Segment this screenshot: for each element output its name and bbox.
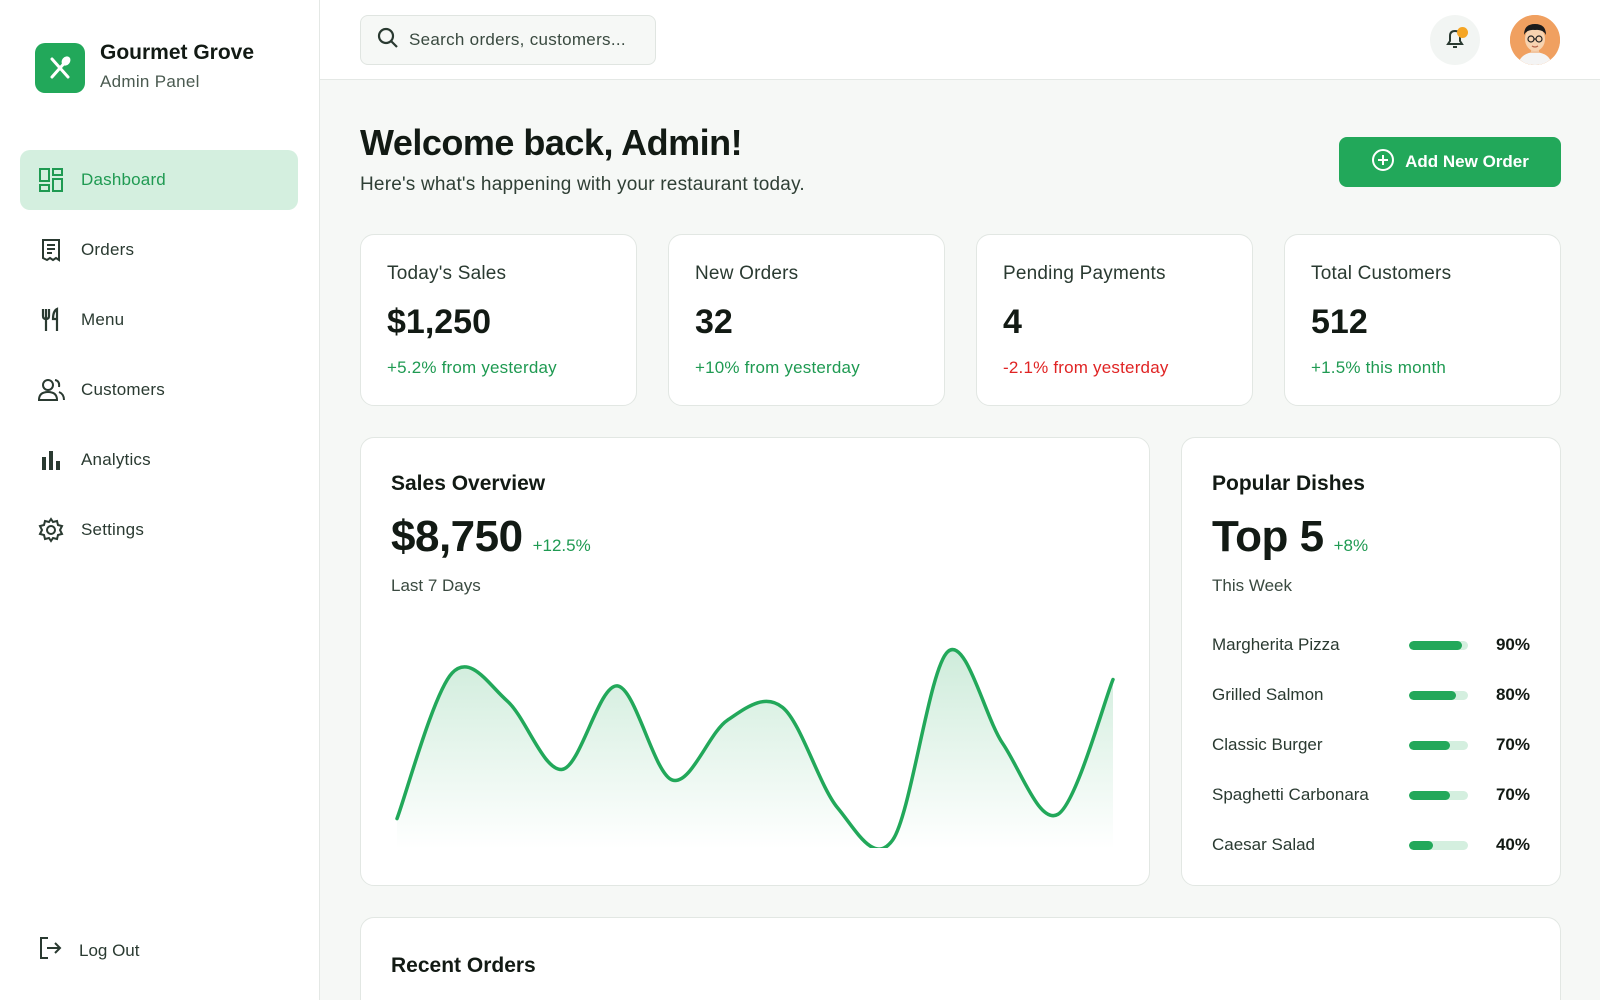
- dish-list: Margherita Pizza 90% Grilled Salmon 80% …: [1212, 620, 1530, 870]
- sales-area-chart: [395, 647, 1115, 848]
- stat-label: Total Customers: [1311, 263, 1452, 284]
- notification-dot: [1457, 27, 1468, 38]
- logout-button[interactable]: Log Out: [37, 935, 140, 966]
- dish-progress-fill: [1408, 690, 1457, 700]
- stat-value: 32: [695, 303, 733, 341]
- brand-subtitle: Admin Panel: [100, 72, 200, 91]
- dish-progress-bar: [1408, 640, 1469, 650]
- search-icon: [377, 27, 399, 54]
- sidebar-item-label: Menu: [81, 310, 125, 329]
- page-title: Welcome back, Admin!: [360, 122, 743, 163]
- dish-progress-bar: [1408, 690, 1469, 700]
- logout-icon: [37, 935, 63, 966]
- brand[interactable]: Gourmet Grove Admin Panel: [35, 40, 254, 95]
- avatar[interactable]: [1510, 15, 1560, 65]
- stat-card-todays-sales: Today's Sales $1,250 +5.2% from yesterda…: [360, 234, 637, 406]
- stat-value: 512: [1311, 303, 1368, 341]
- sidebar-item-analytics[interactable]: Analytics: [20, 430, 298, 490]
- recent-orders-title: Recent Orders: [391, 954, 536, 977]
- dish-progress-fill: [1408, 640, 1463, 650]
- dish-name: Spaghetti Carbonara: [1212, 785, 1369, 804]
- dishes-headline: Top 5: [1212, 512, 1324, 561]
- search-input[interactable]: [409, 30, 641, 50]
- sidebar-item-customers[interactable]: Customers: [20, 360, 298, 420]
- popular-dishes-card: Popular Dishes Top 5 +8% This Week Margh…: [1181, 437, 1561, 886]
- page-subtitle: Here's what's happening with your restau…: [360, 174, 805, 195]
- stat-label: Today's Sales: [387, 263, 507, 284]
- sidebar-item-label: Customers: [81, 380, 165, 399]
- gear-icon: [37, 516, 65, 544]
- bar-chart-icon: [37, 446, 65, 474]
- stat-delta: +1.5% this month: [1311, 358, 1447, 377]
- stat-delta: -2.1% from yesterday: [1003, 358, 1169, 377]
- dishes-delta: +8%: [1333, 536, 1369, 555]
- dish-name: Grilled Salmon: [1212, 685, 1324, 704]
- dish-name: Margherita Pizza: [1212, 635, 1340, 654]
- sidebar: Gourmet Grove Admin Panel Dashboard Orde…: [0, 0, 320, 1000]
- dish-percent: 40%: [1495, 835, 1530, 854]
- dish-progress-bar: [1408, 790, 1469, 800]
- popular-dishes-title: Popular Dishes: [1212, 472, 1365, 495]
- dish-percent: 90%: [1495, 635, 1530, 654]
- stat-value: 4: [1003, 303, 1022, 341]
- list-item[interactable]: Spaghetti Carbonara 70%: [1212, 770, 1530, 820]
- dish-progress-bar: [1408, 840, 1469, 850]
- stat-label: New Orders: [695, 263, 799, 284]
- sidebar-item-label: Orders: [81, 240, 135, 259]
- sidebar-nav: Dashboard Orders Menu Customers Analytic…: [20, 150, 298, 570]
- stat-card-total-customers: Total Customers 512 +1.5% this month: [1284, 234, 1561, 406]
- sidebar-item-orders[interactable]: Orders: [20, 220, 298, 280]
- list-item[interactable]: Classic Burger 70%: [1212, 720, 1530, 770]
- sidebar-item-label: Analytics: [81, 450, 151, 469]
- dish-percent: 70%: [1495, 785, 1530, 804]
- dish-name: Classic Burger: [1212, 735, 1323, 754]
- stat-card-pending-payments: Pending Payments 4 -2.1% from yesterday: [976, 234, 1253, 406]
- receipt-icon: [37, 236, 65, 264]
- dish-progress-fill: [1408, 790, 1451, 800]
- sidebar-item-settings[interactable]: Settings: [20, 500, 298, 560]
- sidebar-item-dashboard[interactable]: Dashboard: [20, 150, 298, 210]
- stat-card-new-orders: New Orders 32 +10% from yesterday: [668, 234, 945, 406]
- topbar: [320, 0, 1600, 80]
- sidebar-item-label: Settings: [81, 520, 145, 539]
- sales-delta: +12.5%: [532, 536, 591, 555]
- dish-progress-bar: [1408, 740, 1469, 750]
- dashboard-icon: [37, 166, 65, 194]
- brand-name: Gourmet Grove: [100, 41, 255, 64]
- sidebar-item-menu[interactable]: Menu: [20, 290, 298, 350]
- welcome-section: Welcome back, Admin! Here's what's happe…: [360, 122, 805, 196]
- stat-value: $1,250: [387, 303, 491, 341]
- utensils-logo-icon: [35, 42, 85, 93]
- recent-orders-card: Recent Orders: [360, 917, 1561, 1000]
- add-new-order-button[interactable]: Add New Order: [1339, 137, 1561, 187]
- list-item[interactable]: Grilled Salmon 80%: [1212, 670, 1530, 720]
- users-icon: [37, 376, 65, 404]
- list-item[interactable]: Margherita Pizza 90%: [1212, 620, 1530, 670]
- sales-period: Last 7 Days: [391, 576, 481, 595]
- dish-percent: 70%: [1495, 735, 1530, 754]
- sales-overview-title: Sales Overview: [391, 472, 546, 495]
- stat-delta: +5.2% from yesterday: [387, 358, 557, 377]
- stat-delta: +10% from yesterday: [695, 358, 860, 377]
- stat-label: Pending Payments: [1003, 263, 1166, 284]
- notifications-button[interactable]: [1430, 15, 1480, 65]
- dishes-period: This Week: [1212, 576, 1292, 595]
- dish-percent: 80%: [1495, 685, 1530, 704]
- dish-progress-fill: [1408, 840, 1433, 850]
- sidebar-item-label: Dashboard: [81, 170, 166, 189]
- logout-label: Log Out: [79, 940, 140, 960]
- dish-name: Caesar Salad: [1212, 835, 1316, 854]
- search-box[interactable]: [360, 15, 656, 65]
- plus-circle-icon: [1371, 148, 1395, 177]
- sales-total: $8,750: [391, 512, 523, 561]
- utensils-icon: [37, 306, 65, 334]
- list-item[interactable]: Caesar Salad 40%: [1212, 820, 1530, 870]
- dish-progress-fill: [1408, 740, 1451, 750]
- add-new-order-label: Add New Order: [1405, 152, 1529, 171]
